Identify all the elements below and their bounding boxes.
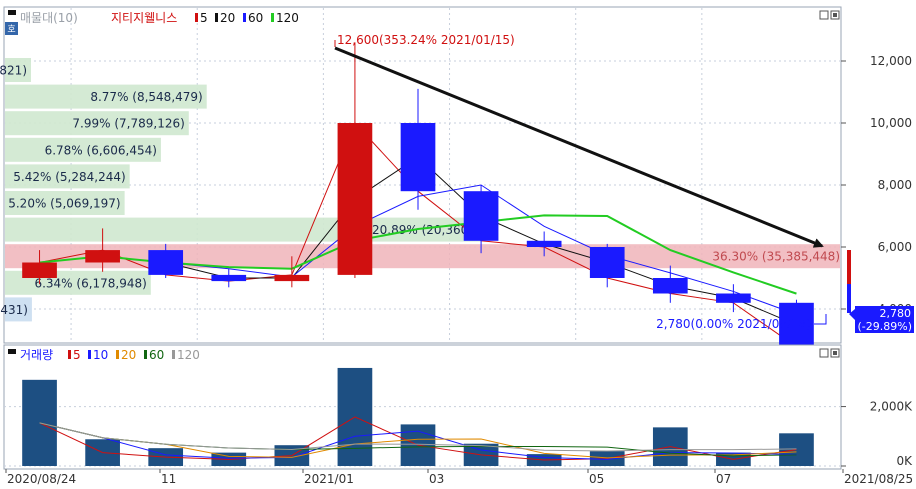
volume-tick-label: 2,000K: [870, 400, 913, 414]
price-tick-label: 10,000: [870, 116, 912, 130]
volume-tick-label: 0K: [896, 454, 913, 468]
volume-legend-swatch-10: [88, 350, 91, 359]
x-tick-label: 05: [589, 472, 604, 485]
low-annotation: 2,780(0.00% 2021/08/18): [656, 317, 811, 331]
volume-legend-label-20: 20: [121, 348, 136, 362]
volume-profile-label: 6.34% (6,178,948): [34, 276, 146, 290]
volume-profile-label: 7.99% (7,789,126): [72, 117, 184, 131]
candle-2021/02: [400, 123, 436, 192]
x-tick-label: 2021/01: [304, 472, 354, 485]
chart-window: 1.13% (1,101,821) 8.77% (8,548,479) 7.99% …: [0, 0, 916, 486]
stock-name-label: 지티지웰니스: [111, 11, 177, 25]
legend-swatch-60: [243, 13, 246, 22]
hoga-button-label: 호: [7, 24, 15, 35]
volume-profile-label: 1.17% (1,144,431): [0, 303, 28, 317]
volume-profile-label: 5.42% (5,284,244): [13, 170, 125, 184]
candle-2021/04: [526, 240, 562, 247]
price-legend-title: 매물대(10): [20, 11, 78, 25]
high-annotation: 12,600(353.24% 2021/01/15): [337, 33, 515, 47]
volume-legend-marker: [8, 349, 16, 354]
volume-legend-label-120: 120: [177, 348, 200, 362]
current-change-label: (-29.89%): [858, 320, 913, 333]
minimize-icon[interactable]: [819, 10, 829, 20]
x-tick-label: 07: [716, 472, 731, 485]
volume-legend-swatch-60: [144, 350, 147, 359]
volume-legend-swatch-5: [68, 350, 71, 359]
volume-y-axis: 0K 2,000K: [841, 400, 913, 468]
volume-legend-label-5: 5: [73, 348, 81, 362]
candle-2021/06: [652, 278, 688, 294]
candle-2021/05: [589, 247, 625, 278]
legend-marker: [8, 10, 16, 15]
legend-label-60: 60: [248, 11, 263, 25]
candle-2021/01: [337, 123, 373, 275]
legend-swatch-5: [195, 13, 198, 22]
maximize-icon-inner: [833, 13, 837, 17]
current-price-label: 2,780: [880, 307, 912, 320]
volume-profile-label: 1.13% (1,101,821): [0, 64, 27, 78]
candle-2020/08: [22, 262, 57, 278]
candle-2021/03: [463, 191, 499, 241]
legend-label-20: 20: [220, 11, 235, 25]
legend-swatch-120: [271, 13, 274, 22]
price-tick-label: 8,000: [878, 178, 912, 192]
volume-legend-title: 거래량: [20, 348, 53, 362]
candle-2020/11: [211, 274, 247, 282]
legend-swatch-20: [215, 13, 218, 22]
volume-profile-label: 8.77% (8,548,479): [90, 90, 202, 104]
minimize-icon[interactable]: [819, 348, 829, 358]
volume-legend-swatch-120: [172, 350, 175, 359]
stock-chart-svg: 1.13% (1,101,821) 8.77% (8,548,479) 7.99% …: [0, 6, 914, 486]
legend-label-120: 120: [276, 11, 299, 25]
x-tick-label: 11: [161, 472, 176, 485]
volume-legend-label-10: 10: [93, 348, 108, 362]
x-axis: 2020/08/24 11 2021/01 03 05 07 2021/08/25: [5, 469, 913, 486]
x-tick-label: 03: [429, 472, 444, 485]
volume-profile-label: 6.78% (6,606,454): [45, 143, 157, 157]
maximize-icon-inner: [833, 351, 837, 355]
price-tick-label: 12,000: [870, 54, 912, 68]
price-change-bar-blue: [847, 284, 851, 313]
x-tick-label: 2020/08/24: [7, 472, 76, 485]
candle-2020/10: [148, 250, 184, 275]
price-tick-label: 6,000: [878, 240, 912, 254]
candle-2020/12: [274, 274, 310, 282]
candle-2020/09: [85, 250, 120, 263]
candle-2021/07: [716, 293, 751, 303]
volume-legend-swatch-20: [116, 350, 119, 359]
x-tick-label: 2021/08/25: [844, 472, 913, 485]
legend-label-5: 5: [200, 11, 208, 25]
volume-profile-label: 5.20% (5,069,197): [8, 197, 120, 211]
volume-legend-label-60: 60: [149, 348, 164, 362]
price-change-bar-red: [847, 250, 851, 284]
price-y-axis: 4,0006,0008,00010,00012,000: [841, 54, 912, 316]
volume-profile-label: 36.30% (35,385,448): [712, 250, 840, 264]
